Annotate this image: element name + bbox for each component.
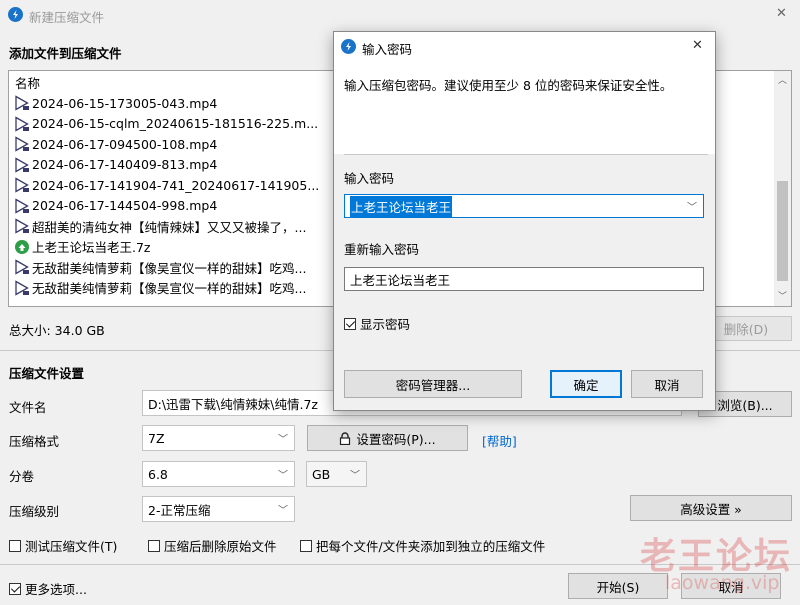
window-close-icon[interactable]: ✕: [776, 6, 787, 21]
checkbox-box[interactable]: [300, 540, 312, 552]
dialog-divider: [344, 154, 708, 155]
more-options-label: 更多选项...: [25, 582, 87, 597]
add-files-heading: 添加文件到压缩文件: [9, 46, 122, 61]
video-file-icon: [15, 95, 29, 111]
video-file-icon: [15, 177, 29, 193]
checkbox-box[interactable]: [148, 540, 160, 552]
volume-unit-value: GB: [312, 466, 331, 482]
dialog-close-icon[interactable]: ✕: [692, 38, 703, 53]
file-name: 2024-06-15-cqlm_20240615-181516-225.m...: [32, 116, 319, 132]
filename-label: 文件名: [9, 400, 47, 415]
file-name: 2024-06-17-140409-813.mp4: [32, 157, 218, 173]
app-logo-icon: [341, 39, 356, 54]
separate-archives-label: 把每个文件/文件夹添加到独立的压缩文件: [316, 539, 546, 554]
delete-after-label: 压缩后删除原始文件: [164, 539, 277, 554]
scroll-down-icon[interactable]: ﹀: [778, 289, 787, 302]
password-label: 输入密码: [344, 171, 395, 186]
level-value: 2-正常压缩: [148, 502, 211, 518]
password-dialog: 输入密码 ✕ 输入压缩包密码。建议使用至少 8 位的密码来保证安全性。 输入密码…: [333, 31, 716, 411]
chevron-down-icon: ﹀: [278, 434, 288, 446]
lock-icon: [340, 431, 351, 445]
scroll-thumb[interactable]: [777, 181, 788, 281]
chevron-down-icon[interactable]: ﹀: [687, 199, 697, 214]
video-file-icon: [15, 280, 29, 296]
file-name: 2024-06-17-141904-741_20240617-141905...: [32, 177, 320, 193]
video-file-icon: [15, 259, 29, 275]
window-titlebar: 新建压缩文件 ✕: [0, 0, 800, 30]
password-input[interactable]: 上老王论坛当老王 ﹀: [344, 194, 704, 218]
help-link[interactable]: [帮助]: [482, 431, 517, 450]
format-select[interactable]: 7Z ﹀: [142, 425, 295, 451]
volume-select[interactable]: 6.8 ﹀: [142, 461, 295, 487]
separate-archives-checkbox[interactable]: 把每个文件/文件夹添加到独立的压缩文件: [300, 536, 545, 555]
confirm-password-label: 重新输入密码: [344, 242, 420, 257]
ok-button[interactable]: 确定: [550, 370, 622, 398]
total-size: 总大小: 34.0 GB: [9, 323, 105, 338]
level-select[interactable]: 2-正常压缩 ﹀: [142, 496, 295, 522]
chevron-down-icon: ﹀: [278, 505, 288, 517]
format-label: 压缩格式: [9, 434, 60, 449]
file-name: 2024-06-15-173005-043.mp4: [32, 95, 218, 111]
password-value: 上老王论坛当老王: [350, 195, 453, 217]
file-list-scrollbar[interactable]: ︿ ﹀: [774, 71, 791, 306]
settings-heading: 压缩文件设置: [9, 366, 85, 381]
dialog-description: 输入压缩包密码。建议使用至少 8 位的密码来保证安全性。: [344, 78, 673, 93]
set-password-button[interactable]: 设置密码(P)...: [307, 425, 468, 451]
file-name: 上老王论坛当老王.7z: [32, 240, 151, 256]
chevron-down-icon: ﹀: [278, 470, 288, 482]
video-file-icon: [15, 198, 29, 214]
dialog-description-area: 输入压缩包密码。建议使用至少 8 位的密码来保证安全性。: [334, 62, 715, 154]
file-name: 超甜美的清纯女神【纯情辣妹】又又又被操了，...: [32, 219, 307, 235]
format-value: 7Z: [148, 430, 165, 446]
set-password-label: 设置密码(P)...: [356, 431, 436, 447]
chevron-down-icon: ﹀: [350, 470, 360, 482]
file-name: 2024-06-17-094500-108.mp4: [32, 136, 218, 152]
checkbox-box[interactable]: [344, 318, 356, 330]
show-password-checkbox[interactable]: 显示密码: [344, 314, 410, 333]
video-file-icon: [15, 116, 29, 132]
file-name: 无敌甜美纯情萝莉【像吴宣仪一样的甜妹】吃鸡...: [32, 260, 307, 276]
show-password-label: 显示密码: [360, 317, 411, 332]
advanced-settings-button[interactable]: 高级设置 »: [630, 495, 792, 521]
dialog-cancel-button[interactable]: 取消: [631, 370, 703, 398]
window-title: 新建压缩文件: [29, 10, 105, 25]
checkbox-box[interactable]: [9, 583, 21, 595]
checkbox-box[interactable]: [9, 540, 21, 552]
delete-after-checkbox[interactable]: 压缩后删除原始文件: [148, 536, 277, 555]
scroll-up-icon[interactable]: ︿: [778, 73, 787, 86]
file-name: 2024-06-17-144504-998.mp4: [32, 198, 218, 214]
test-archive-checkbox[interactable]: 测试压缩文件(T): [9, 536, 117, 555]
archive-icon: [15, 239, 29, 254]
dialog-title: 输入密码: [362, 42, 413, 57]
video-file-icon: [15, 218, 29, 234]
volume-label: 分卷: [9, 469, 35, 484]
test-archive-label: 测试压缩文件(T): [25, 539, 118, 554]
level-label: 压缩级别: [9, 504, 60, 519]
file-name: 无敌甜美纯情萝莉【像吴宣仪一样的甜妹】吃鸡...: [32, 281, 307, 297]
more-options-checkbox[interactable]: 更多选项...: [9, 579, 87, 598]
dialog-titlebar: 输入密码 ✕: [334, 32, 715, 62]
password-manager-button[interactable]: 密码管理器...: [344, 370, 522, 398]
volume-value: 6.8: [148, 466, 168, 482]
video-file-icon: [15, 157, 29, 173]
confirm-password-input[interactable]: 上老王论坛当老王: [344, 267, 704, 291]
volume-unit-select[interactable]: GB ﹀: [306, 461, 367, 487]
app-logo-icon: [8, 7, 23, 22]
watermark-url: laowang.vip: [665, 572, 780, 594]
video-file-icon: [15, 136, 29, 152]
